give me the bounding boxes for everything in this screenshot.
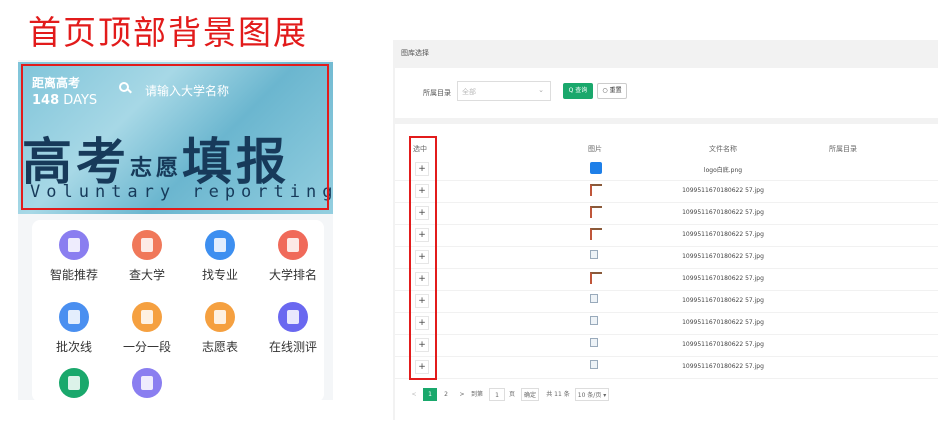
grid-item-label: 找专业 <box>201 268 238 282</box>
grid-item-label: 批次线 <box>55 340 92 354</box>
column-header-image: 图片 <box>588 145 602 153</box>
file-name: 1099511670180622 57.jpg <box>682 253 764 260</box>
file-name: 1099511670180622 57.jpg <box>682 231 764 238</box>
mobile-preview: 距离高考 148 DAYS 请输入大学名称 高考志愿填报 Voluntary r… <box>18 60 333 400</box>
file-name: 1099511670180622 57.jpg <box>682 275 764 282</box>
building-icon <box>132 230 162 260</box>
table-row: + 1099511670180622 57.jpg <box>395 224 938 247</box>
grid-item-score-segment[interactable]: 一分一段 <box>115 302 179 355</box>
total-count: 共 11 条 <box>546 391 570 398</box>
list-icon <box>59 230 89 260</box>
table-row: + 1099511670180622 57.jpg <box>395 268 938 291</box>
image-thumbnail <box>590 272 602 284</box>
table-row: + logo白底.png <box>395 158 938 181</box>
file-name: 1099511670180622 57.jpg <box>682 187 764 194</box>
directory-select[interactable]: 全部 ⌄ <box>457 81 551 101</box>
table-row: + 1099511670180622 57.jpg <box>395 180 938 203</box>
file-name: 1099511670180622 57.jpg <box>682 209 764 216</box>
ranking-icon <box>278 230 308 260</box>
breadcrumb: 图库选择 <box>401 49 429 57</box>
image-thumbnail <box>590 206 602 218</box>
grid-item-label: 一分一段 <box>122 340 171 354</box>
grid-item-online-test[interactable]: 在线测评 <box>261 302 325 355</box>
directory-filter-label: 所属目录 <box>423 89 451 97</box>
image-thumbnail <box>590 184 602 196</box>
reset-button[interactable]: ○ 重置 <box>597 83 627 99</box>
broken-image-icon <box>590 338 598 347</box>
layers-icon <box>59 302 89 332</box>
broken-image-icon <box>590 250 598 259</box>
grid-item-document[interactable] <box>115 368 179 398</box>
prev-page-button[interactable]: < <box>409 388 419 401</box>
book-icon <box>205 230 235 260</box>
file-name: logo白底.png <box>703 167 743 174</box>
select-column-highlight <box>409 136 437 380</box>
image-thumbnail <box>590 162 602 174</box>
broken-image-icon <box>590 294 598 303</box>
next-page-button[interactable]: > <box>457 388 467 401</box>
grid-item-university-ranking[interactable]: 大学排名 <box>261 230 325 283</box>
page-2-button[interactable]: 2 <box>441 388 451 401</box>
grid-item-batch-line[interactable]: 批次线 <box>42 302 106 355</box>
chevron-down-icon: ⌄ <box>538 86 544 94</box>
column-header-directory: 所属目录 <box>829 145 857 153</box>
stack-icon <box>132 302 162 332</box>
table-row: + 1099511670180622 57.jpg <box>395 246 938 269</box>
grid-item-application-form[interactable]: 志愿表 <box>188 302 252 355</box>
grid-item-label: 志愿表 <box>201 340 238 354</box>
goto-label: 到第 <box>470 391 483 398</box>
page-1-button[interactable]: 1 <box>423 388 437 401</box>
highlight-frame <box>21 64 329 210</box>
grid-item-user[interactable] <box>42 368 106 398</box>
grid-item-search-university[interactable]: 查大学 <box>115 230 179 283</box>
image-library-panel: 图库选择 所属目录 全部 ⌄ Q 查询 ○ 重置 选中 图片 文件名称 所属目录… <box>393 40 938 420</box>
file-name: 1099511670180622 57.jpg <box>682 297 764 304</box>
grid-item-smart-recommend[interactable]: 智能推荐 <box>42 230 106 283</box>
grid-item-label: 在线测评 <box>268 340 317 354</box>
grid-item-label: 智能推荐 <box>49 268 98 282</box>
form-icon <box>205 302 235 332</box>
document-icon <box>132 368 162 398</box>
table-row: + 1099511670180622 57.jpg <box>395 356 938 379</box>
image-thumbnail <box>590 228 602 240</box>
goto-confirm-button[interactable]: 确定 <box>521 388 539 401</box>
page-size-select[interactable]: 10 条/页 ▾ <box>575 388 609 401</box>
table-row: + 1099511670180622 57.jpg <box>395 202 938 225</box>
grid-item-find-major[interactable]: 找专业 <box>188 230 252 283</box>
page-suffix: 页 <box>508 391 515 398</box>
image-table: 选中 图片 文件名称 所属目录 + logo白底.png + 109951167… <box>395 124 938 420</box>
filter-bar: 所属目录 全部 ⌄ Q 查询 ○ 重置 <box>395 68 938 118</box>
file-name: 1099511670180622 57.jpg <box>682 363 764 370</box>
user-icon <box>59 368 89 398</box>
column-header-filename: 文件名称 <box>709 145 737 153</box>
feature-grid: 智能推荐 查大学 找专业 大学排名 批次线 一分一段 志愿表 在线测评 <box>32 220 324 400</box>
broken-image-icon <box>590 316 598 325</box>
grid-item-label: 查大学 <box>128 268 165 282</box>
file-name: 1099511670180622 57.jpg <box>682 341 764 348</box>
query-button[interactable]: Q 查询 <box>563 83 593 99</box>
grid-item-label: 大学排名 <box>268 268 317 282</box>
file-name: 1099511670180622 57.jpg <box>682 319 764 326</box>
table-row: + 1099511670180622 57.jpg <box>395 312 938 335</box>
table-row: + 1099511670180622 57.jpg <box>395 290 938 313</box>
directory-select-value: 全部 <box>462 88 476 96</box>
table-row: + 1099511670180622 57.jpg <box>395 334 938 357</box>
preview-heading: 首页顶部背景图展 <box>28 13 308 52</box>
test-icon <box>278 302 308 332</box>
broken-image-icon <box>590 360 598 369</box>
goto-page-input[interactable]: 1 <box>489 388 505 401</box>
